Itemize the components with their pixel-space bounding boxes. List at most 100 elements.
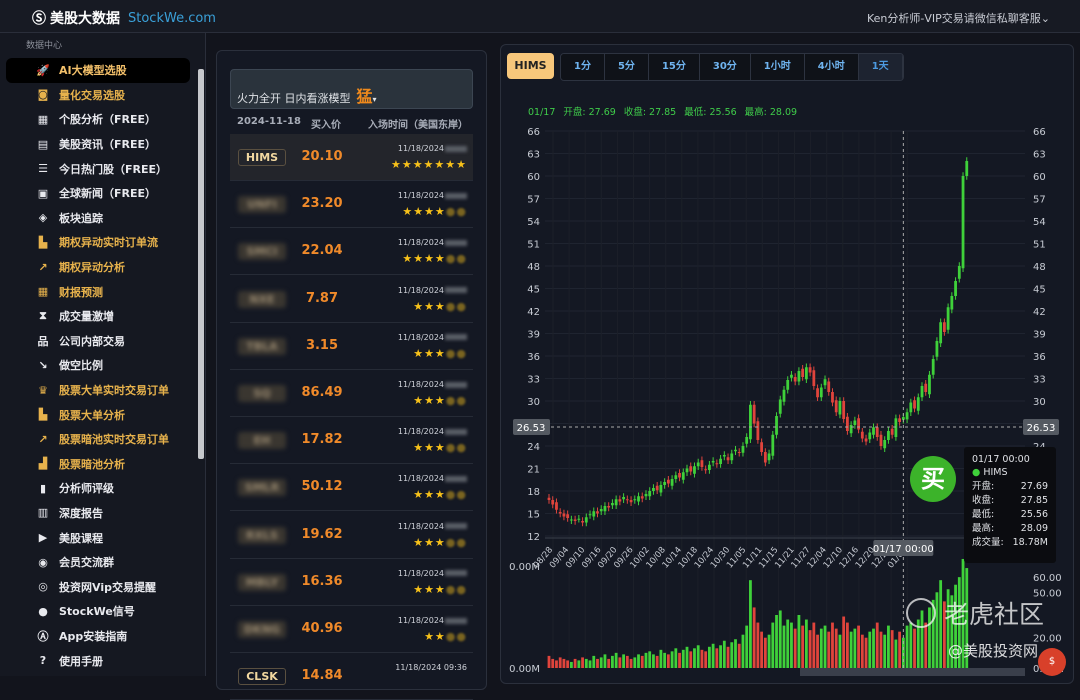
candle-body (771, 434, 775, 456)
volume-bar (864, 637, 868, 668)
volume-bar (890, 630, 894, 668)
candle-body (678, 473, 681, 478)
volume-bar (838, 634, 842, 668)
volume-bar (655, 655, 659, 668)
volume-bar (685, 646, 689, 668)
candle-body (928, 374, 931, 395)
volume-bar (584, 658, 588, 668)
volume-bar (808, 630, 812, 668)
candle-body (957, 266, 961, 279)
volume-bar (752, 607, 756, 668)
candle-body (674, 475, 678, 479)
candle-body (950, 296, 954, 310)
candle-body (573, 519, 577, 521)
candle-body (562, 513, 566, 517)
volume-bar (569, 661, 573, 668)
crosshair-price-right: 26.53 (1027, 423, 1056, 434)
candle-body (831, 392, 834, 403)
volume-bar (842, 616, 846, 668)
candle-body (577, 518, 581, 520)
volume-bar (872, 628, 875, 668)
y-tick-label: 51 (527, 240, 540, 251)
y-tick-label: 39 (527, 330, 540, 341)
volume-bar (555, 660, 558, 668)
candle-body (804, 367, 808, 380)
volume-bar (666, 654, 670, 668)
volume-bar (793, 628, 797, 668)
y-tick-label-right: 30 (1033, 397, 1046, 408)
buy-marker[interactable]: 买 (910, 456, 956, 502)
volume-bar (592, 655, 596, 668)
candle-body (853, 420, 857, 425)
volume-bar (745, 625, 749, 668)
volume-bar (547, 655, 551, 668)
candle-body (607, 506, 611, 508)
volume-bar (797, 615, 801, 668)
chat-bubble-icon[interactable]: $ (1038, 648, 1066, 676)
volume-bar (551, 658, 555, 668)
candle-body (715, 463, 719, 465)
volume-bar (588, 660, 592, 668)
candle-body (752, 404, 756, 424)
candle-body (581, 521, 584, 523)
y-tick-label: 45 (527, 285, 540, 296)
candle-body (745, 437, 749, 444)
candle-body (905, 412, 909, 420)
volume-bar (618, 657, 622, 668)
candle-body (760, 442, 764, 452)
candle-body (611, 503, 614, 506)
volume-bar (693, 648, 696, 668)
volume-bar (678, 652, 681, 668)
volume-bar (834, 628, 838, 668)
candle-body (898, 418, 902, 422)
volume-bar (775, 615, 778, 668)
volume-bar (853, 628, 857, 668)
candle-body (857, 418, 860, 430)
candle-body (722, 455, 726, 457)
watermark-text: 老虎社区 (944, 600, 1045, 629)
candle-body (797, 371, 801, 382)
volume-bar (786, 619, 790, 668)
candle-body (935, 341, 939, 357)
y-tick-label-right: 66 (1033, 127, 1046, 138)
candle-body (823, 379, 827, 386)
volume-bar (894, 639, 898, 668)
volume-bar (749, 580, 752, 668)
candle-body (558, 512, 562, 514)
y-tick-label-right: 33 (1033, 375, 1046, 386)
volume-bar (819, 628, 823, 668)
volume-bar (711, 643, 715, 668)
volume-bar (879, 631, 883, 668)
candle-body (931, 359, 935, 375)
y-tick-label: 63 (527, 150, 540, 161)
candle-body (618, 499, 622, 502)
candle-body (592, 511, 596, 517)
candle-body (767, 453, 771, 461)
candle-body (834, 400, 838, 413)
candle-body (625, 499, 629, 501)
candle-body (808, 367, 812, 373)
y-tick-label: 33 (527, 375, 540, 386)
candlestick-chart[interactable]: 1212151518182121242427273030333336363939… (0, 0, 1080, 676)
candle-body (790, 374, 793, 378)
volume-bar (573, 658, 577, 668)
volume-bar (801, 625, 805, 668)
candle-body (924, 383, 928, 392)
candle-body (786, 380, 790, 390)
candle-body (868, 432, 872, 440)
volume-tick-label-left: 0.00M (509, 664, 540, 675)
volume-bar (700, 649, 704, 668)
volume-bar (674, 648, 678, 668)
volume-bar (689, 651, 693, 668)
volume-bar (558, 657, 562, 668)
candle-body (961, 176, 965, 269)
y-tick-label: 24 (527, 442, 540, 453)
volume-tick-label: 60.00 (1033, 573, 1062, 584)
candle-body (547, 497, 551, 500)
watermark-source: @美股投资网 (948, 642, 1039, 660)
volume-bar (726, 646, 730, 668)
volume-bar (715, 648, 719, 668)
tooltip-row: 最高: 28.09 (972, 523, 1048, 534)
candle-body (640, 496, 644, 499)
candle-body (864, 438, 868, 442)
